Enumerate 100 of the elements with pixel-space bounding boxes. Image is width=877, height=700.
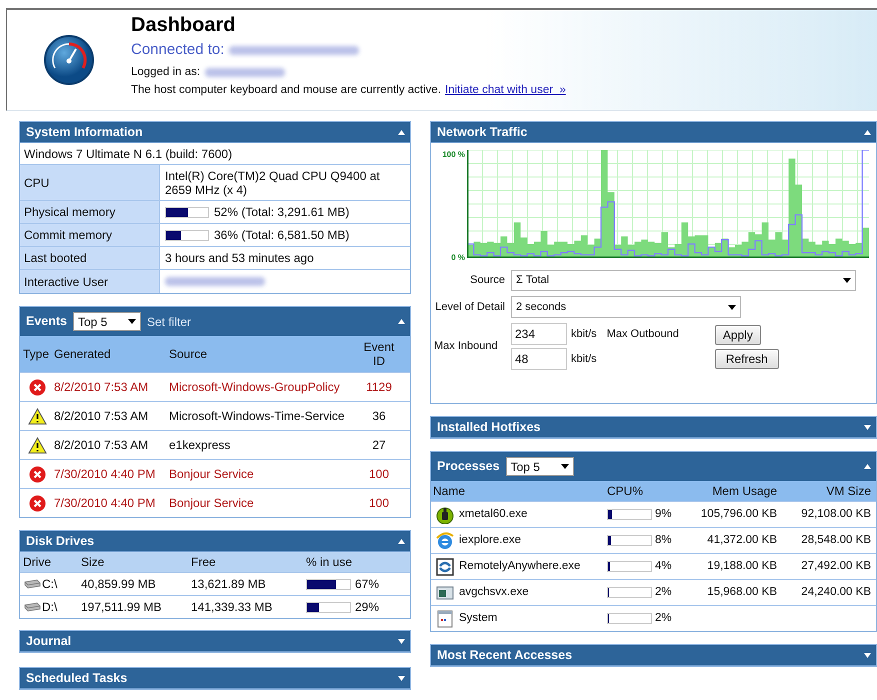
cpu-percent: 2%: [655, 610, 672, 626]
hard-drive-icon: [23, 602, 41, 612]
event-time: 8/2/2010 7:53 AM: [54, 408, 150, 425]
hard-drive-icon: [23, 578, 41, 590]
column-header: Event ID: [362, 340, 396, 368]
source-dropdown[interactable]: Σ Total: [511, 270, 856, 290]
panel-title: Processes: [437, 458, 500, 476]
info-value: 52% (Total: 3,291.61 MB): [214, 204, 350, 221]
page-title: Dashboard: [131, 13, 236, 37]
event-source: e1kexpress: [169, 437, 232, 454]
event-source: Microsoft-Windows-Time-Service: [169, 408, 346, 425]
dropdown-caret-icon: [728, 304, 736, 310]
column-header: Mem Usage: [711, 483, 777, 500]
column-header: Name: [432, 483, 466, 500]
expand-icon[interactable]: [398, 638, 405, 644]
panel-title: System Information: [26, 124, 143, 141]
chat-link[interactable]: Initiate chat with user »: [445, 82, 566, 99]
expand-icon[interactable]: [398, 676, 405, 680]
connected-label: Connected to:: [131, 40, 224, 60]
window-icon: [436, 584, 454, 600]
unit-label: kbit/s: [571, 352, 597, 367]
collapse-icon[interactable]: [864, 130, 871, 134]
expand-icon[interactable]: [864, 424, 871, 430]
mem-usage: 105,796.00 KB: [700, 506, 777, 522]
collapse-icon[interactable]: [398, 319, 405, 324]
process-name: iexplore.exe: [459, 532, 522, 548]
drive-free: 141,339.33 MB: [191, 599, 274, 616]
event-time: 8/2/2010 7:53 AM: [54, 379, 150, 396]
vm-size: 92,108.00 KB: [800, 506, 872, 522]
drive-size: 40,859.99 MB: [81, 576, 157, 593]
apply-button[interactable]: Apply: [714, 324, 761, 344]
event-id: 1129: [365, 379, 393, 396]
unit-label: kbit/s: [571, 326, 597, 342]
info-value: 36% (Total: 6,581.50 MB): [214, 227, 350, 244]
logged-in-label: Logged in as:: [131, 64, 200, 80]
panel-title: Installed Hotfixes: [437, 418, 540, 436]
panel-title: Journal: [26, 632, 72, 650]
source-label: Source: [469, 272, 506, 288]
info-label: Physical memory: [24, 204, 116, 221]
info-label: CPU: [24, 174, 50, 192]
bottle-icon: [436, 506, 454, 524]
event-time: 7/30/2010 4:40 PM: [54, 495, 156, 512]
event-time: 7/30/2010 4:40 PM: [54, 466, 156, 483]
collapse-icon[interactable]: [398, 130, 405, 134]
max-outbound-label: Max Outbound: [606, 326, 679, 342]
max-inbound-field[interactable]: 234: [511, 323, 567, 345]
max-outbound-field[interactable]: 48: [511, 348, 567, 370]
drive-percent: 29%: [355, 599, 380, 616]
cpu-percent: 9%: [655, 506, 672, 522]
vm-size: 24,240.00 KB: [800, 584, 872, 600]
event-id: 100: [368, 466, 390, 483]
collapse-icon[interactable]: [864, 464, 871, 469]
detail-dropdown[interactable]: 2 seconds: [511, 296, 741, 318]
mem-usage: 41,372.00 KB: [706, 532, 777, 548]
filter-dropdown[interactable]: Top 5: [506, 457, 574, 476]
info-value: Intel(R) Core(TM)2 Quad CPU Q9400 at 2659 MHz (x 4): [165, 168, 381, 196]
info-value: 3 hours and 53 minutes ago: [165, 251, 314, 265]
drive-free: 13,621.89 MB: [191, 576, 267, 593]
process-name: RemotelyAnywhere.exe: [459, 558, 582, 574]
browser-e-icon: [436, 532, 454, 550]
drive-size: 197,511.99 MB: [81, 599, 163, 616]
event-source: Microsoft-Windows-GroupPolicy: [169, 379, 341, 396]
cpu-percent: 8%: [655, 532, 672, 548]
process-name: System: [459, 610, 498, 626]
expand-icon[interactable]: [864, 652, 871, 658]
panel-title: Disk Drives: [26, 532, 94, 550]
document-icon: [437, 610, 453, 628]
event-id: 27: [371, 437, 387, 454]
process-name: xmetal60.exe: [459, 506, 528, 522]
status-message: The host computer keyboard and mouse are currently active.: [131, 82, 442, 98]
column-header: VM Size: [825, 483, 872, 500]
vm-size: 27,492.00 KB: [800, 558, 872, 574]
panel-title: Most Recent Accesses: [437, 646, 572, 664]
axis-label: 100 %: [442, 150, 465, 159]
column-header: Source: [169, 346, 208, 363]
event-source: Bonjour Service: [169, 466, 255, 483]
collapse-icon[interactable]: [398, 538, 405, 544]
column-header: Generated: [54, 346, 112, 363]
process-name: avgchsvx.exe: [459, 584, 530, 600]
event-source: Bonjour Service: [169, 495, 255, 512]
dropdown-caret-icon: [843, 278, 851, 282]
column-header: Drive: [22, 554, 52, 571]
event-id: 36: [371, 408, 387, 425]
column-header: CPU%: [607, 483, 644, 500]
gauge-icon: [43, 34, 95, 86]
filter-dropdown[interactable]: Top 5: [73, 312, 141, 331]
vm-size: 28,548.00 KB: [800, 532, 872, 548]
detail-label: Level of Detail: [434, 300, 506, 314]
event-id: 100: [368, 495, 390, 512]
info-label: Commit memory: [24, 227, 112, 244]
event-time: 8/2/2010 7:53 AM: [54, 437, 150, 454]
info-label: Last booted: [24, 250, 87, 267]
mem-usage: 19,188.00 KB: [706, 558, 777, 574]
refresh-button[interactable]: Refresh: [714, 348, 779, 368]
cpu-percent: 4%: [655, 558, 672, 574]
remote-arrows-icon: [436, 558, 454, 576]
dropdown-caret-icon: [128, 319, 136, 324]
column-header: Size: [81, 554, 106, 571]
dropdown-caret-icon: [560, 464, 569, 469]
set-filter-link[interactable]: Set filter: [147, 312, 192, 330]
